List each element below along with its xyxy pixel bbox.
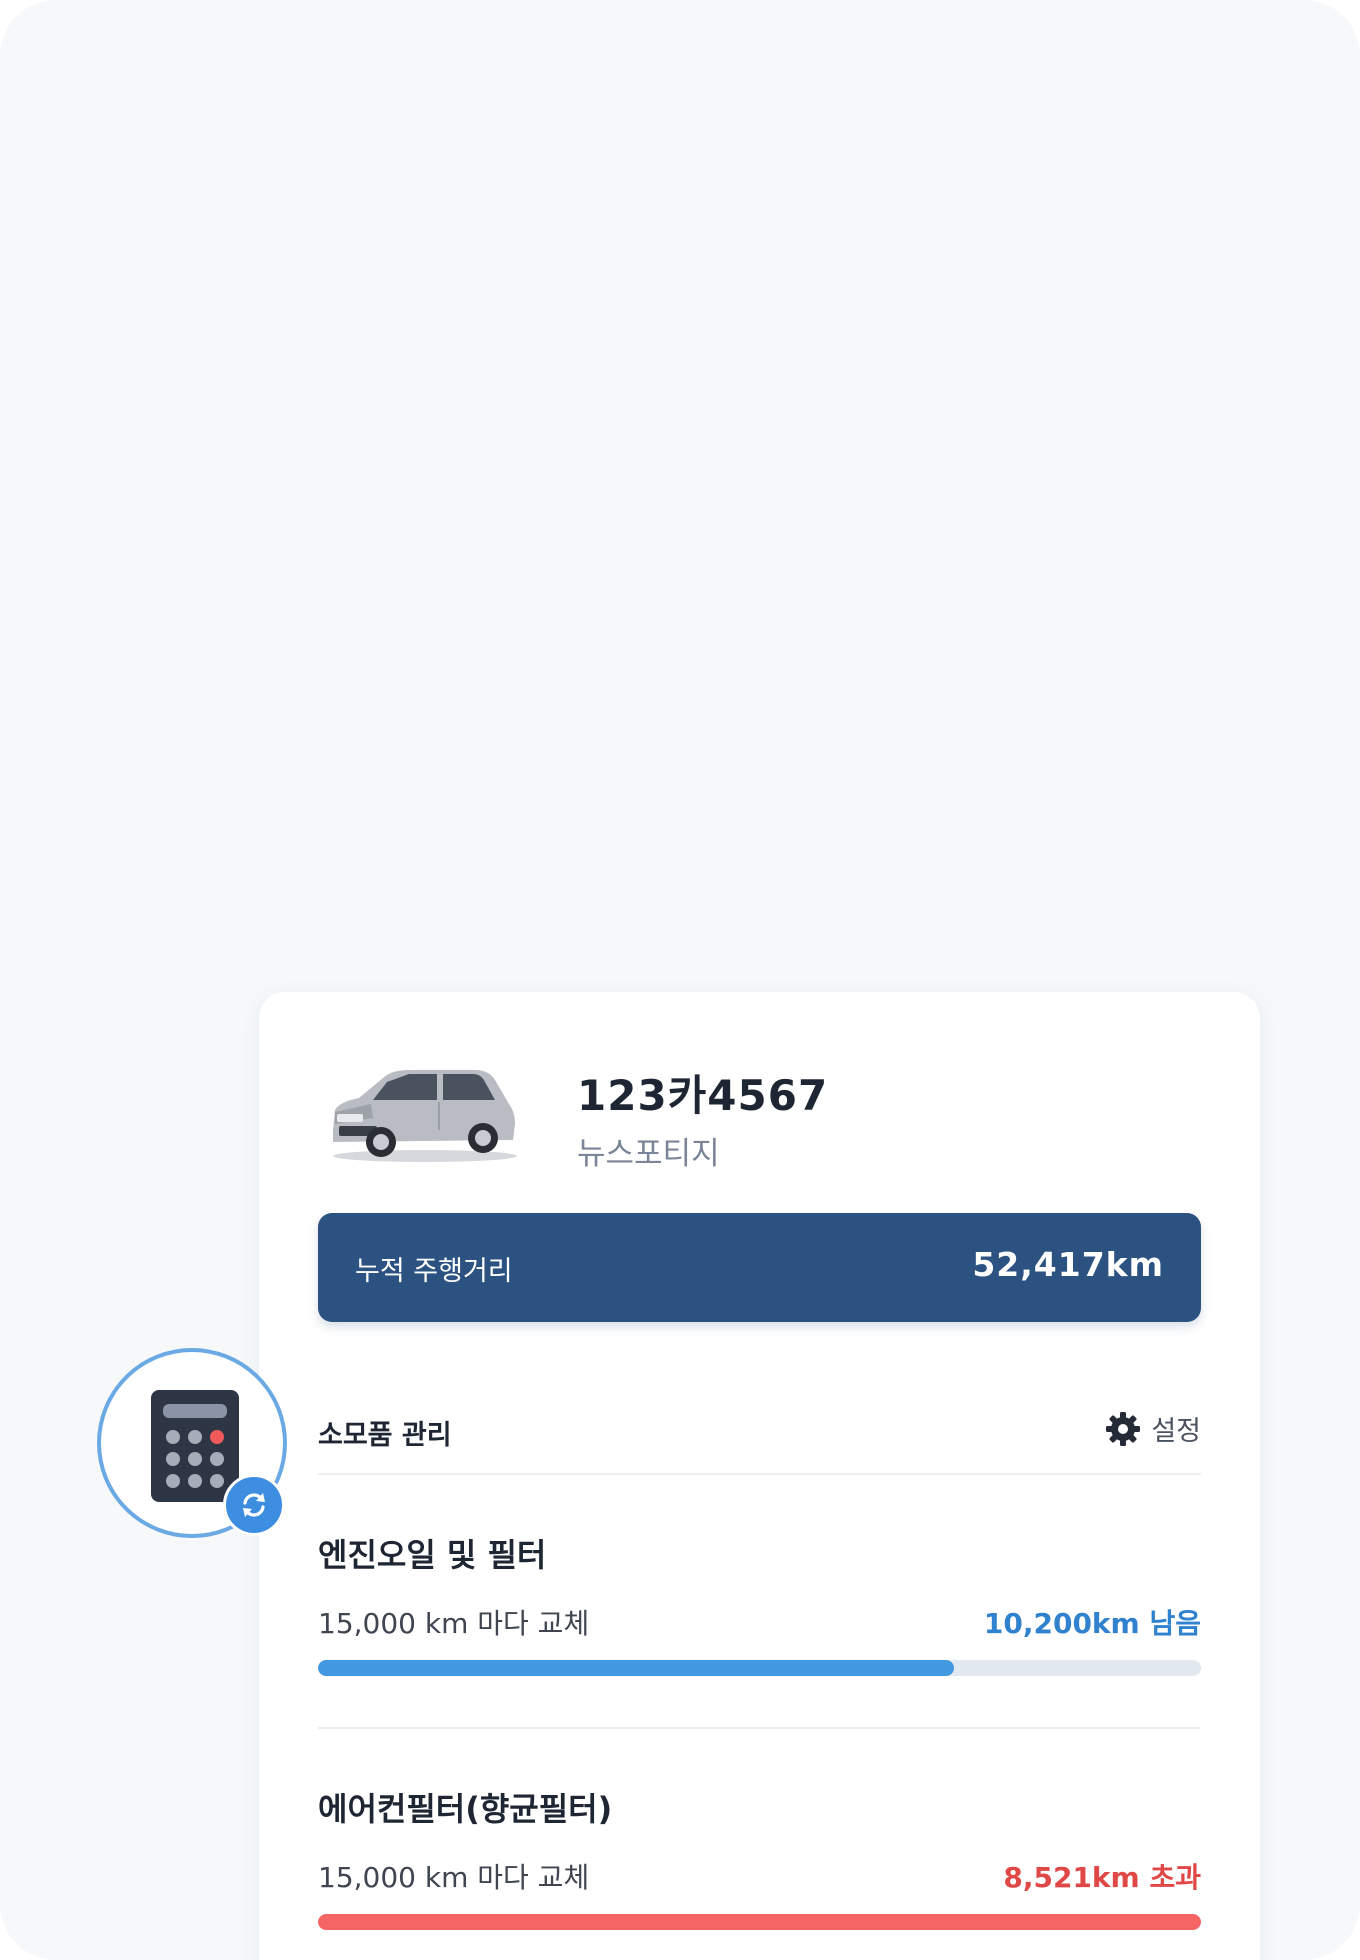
consumables-title: 소모품 관리 [318,1420,452,1451]
odometer-banner: 누적 주행거리 52,417km [318,1213,1201,1322]
vehicle-model: 뉴스포티지 [577,1136,720,1172]
consumable-status: 8,521km 초과 [1003,1861,1201,1894]
sync-icon [243,1493,265,1517]
car-image [333,1070,517,1162]
consumable-name: 엔진오일 및 필터 [318,1536,547,1574]
consumable-interval: 15,000 km 마다 교체 [318,1861,590,1894]
consumable-progress-track [318,1660,1201,1676]
consumable-interval: 15,000 km 마다 교체 [318,1607,590,1640]
consumable-progress-fill [318,1914,1201,1930]
gear-icon [1106,1411,1141,1446]
settings-label: 설정 [1151,1416,1201,1447]
vehicle-plate: 123카4567 [577,1071,829,1120]
odometer-value: 52,417km [972,1245,1164,1284]
calculator-icon [151,1390,239,1502]
consumable-name: 에어컨필터(향균필터) [318,1790,613,1828]
vehicle-card: 123카4567 뉴스포티지 누적 주행거리 52,417km 소모품 관리 설… [259,992,1260,1960]
consumable-progress-fill [318,1660,954,1676]
consumable-status: 10,200km 남음 [983,1607,1201,1640]
odometer-label: 누적 주행거리 [355,1256,513,1287]
sync-badge[interactable] [223,1474,285,1536]
divider [318,1473,1201,1475]
settings-button[interactable]: 설정 [1105,1409,1201,1448]
app-screen: 123카4567 뉴스포티지 누적 주행거리 52,417km 소모품 관리 설… [0,0,1360,1960]
consumable-progress-track [318,1914,1201,1930]
divider [318,1727,1201,1729]
